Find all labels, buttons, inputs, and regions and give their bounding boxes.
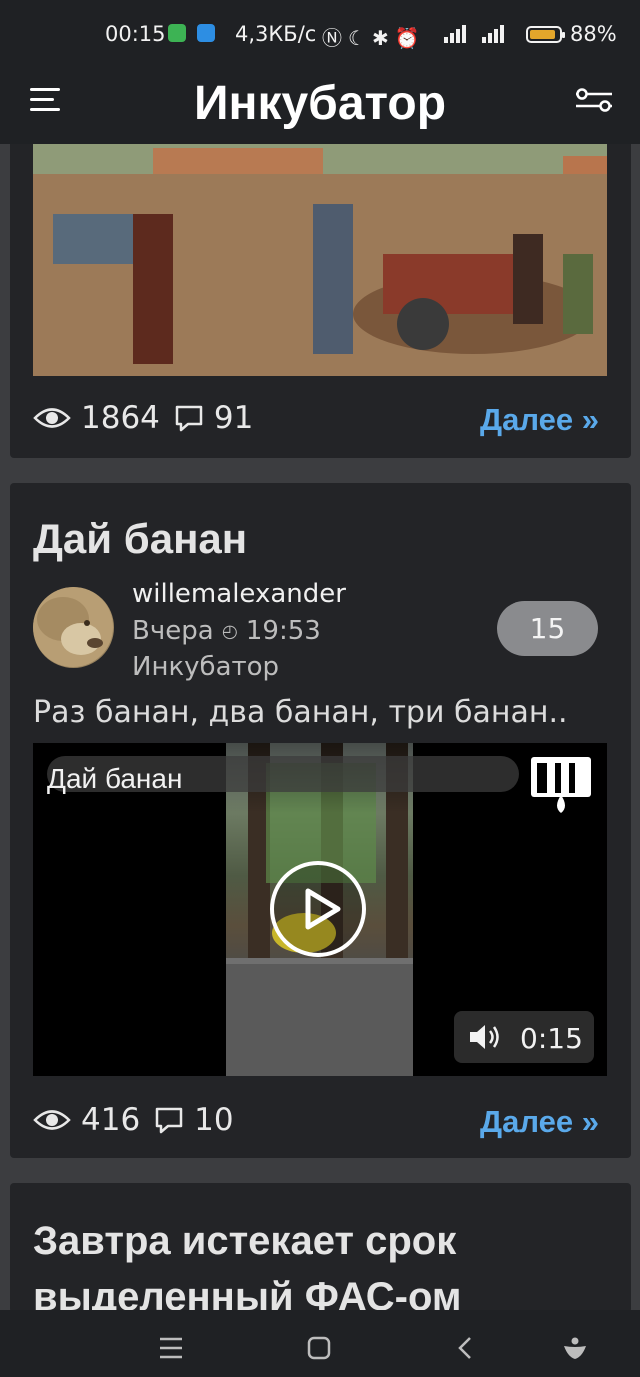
mail-icon xyxy=(197,24,215,42)
read-more-link[interactable]: Далее » xyxy=(480,402,599,438)
recent-apps-icon[interactable] xyxy=(158,1336,184,1360)
post-card: 1864 91 Далее » xyxy=(10,144,631,458)
post-title[interactable]: Завтра истекает срок выделенный ФАС-ом xyxy=(33,1213,613,1325)
moon-icon: ☾ xyxy=(348,26,372,50)
signal-icon xyxy=(444,25,470,43)
post-image[interactable] xyxy=(33,144,607,376)
home-icon[interactable] xyxy=(307,1336,331,1360)
bluetooth-icon: ✱ xyxy=(371,26,395,50)
read-more-link[interactable]: Далее » xyxy=(480,1104,599,1140)
date-label: Вчера xyxy=(132,616,214,646)
views-count: 416 xyxy=(81,1102,141,1138)
comment-icon xyxy=(155,1107,183,1134)
alarm-icon: ⏰ xyxy=(394,26,426,50)
rating-badge[interactable]: 15 xyxy=(497,601,598,656)
back-icon[interactable] xyxy=(456,1336,474,1360)
network-speed: 4,3КБ/с xyxy=(235,22,317,46)
app-bar: Инкубатор xyxy=(0,68,640,144)
post-time: 19:53 xyxy=(245,616,321,646)
post-stats: 1864 91 xyxy=(33,400,267,436)
page-title: Инкубатор xyxy=(193,77,447,130)
post-card: Завтра истекает срок выделенный ФАС-ом xyxy=(10,1183,631,1319)
signal-icon xyxy=(482,25,508,43)
assistant-icon[interactable] xyxy=(562,1335,588,1361)
yaplakal-logo-icon xyxy=(531,757,591,813)
video-controls[interactable]: 0:15 xyxy=(454,1011,594,1063)
volume-icon[interactable] xyxy=(468,1022,502,1052)
comments-count[interactable]: 91 xyxy=(214,400,253,436)
status-glyphs: Ⓝ☾✱⏰ xyxy=(322,22,426,51)
video-player[interactable]: Дай банан 0:15 xyxy=(33,743,607,1076)
system-nav-bar xyxy=(0,1310,640,1377)
nfc-icon: Ⓝ xyxy=(322,26,348,50)
play-button[interactable] xyxy=(270,861,366,957)
battery-icon xyxy=(526,26,565,43)
status-bar: 00:15 4,3КБ/с Ⓝ☾✱⏰ 88% xyxy=(0,0,640,68)
filter-icon[interactable] xyxy=(574,86,614,114)
video-duration: 0:15 xyxy=(520,1022,583,1055)
eye-icon xyxy=(33,1110,71,1130)
community-name[interactable]: Инкубатор xyxy=(132,652,279,682)
post-text: Раз банан, два банан, три банан.. xyxy=(33,695,568,730)
status-time: 00:15 xyxy=(105,22,166,46)
post-stats: 416 10 xyxy=(33,1102,248,1138)
post-title[interactable]: Дай банан xyxy=(33,511,247,567)
post-card: Дай банан willemalexander Вчера ◴ 19:53 … xyxy=(10,483,631,1158)
video-title: Дай банан xyxy=(47,763,183,794)
battery-percent: 88% xyxy=(570,22,617,46)
android-icon xyxy=(168,24,186,42)
comment-icon xyxy=(175,405,203,432)
eye-icon xyxy=(33,408,71,428)
author-name[interactable]: willemalexander xyxy=(132,579,346,609)
avatar[interactable] xyxy=(33,587,114,668)
views-count: 1864 xyxy=(81,400,160,436)
clock-icon: ◴ xyxy=(221,621,238,642)
comments-count[interactable]: 10 xyxy=(194,1102,233,1138)
post-date: Вчера ◴ 19:53 xyxy=(132,616,321,646)
